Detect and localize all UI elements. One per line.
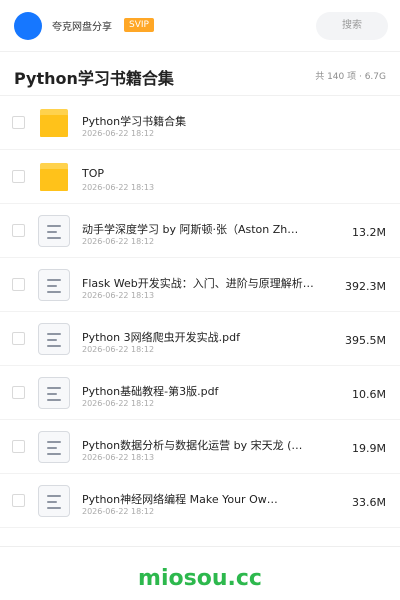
file-size: 392.3M [345, 280, 386, 293]
search-button[interactable]: 搜索 [316, 12, 388, 40]
file-date: 2026-06-22 18:12 [82, 345, 155, 354]
file-date: 2026-06-22 18:13 [82, 291, 155, 300]
row-checkbox[interactable] [12, 494, 25, 507]
file-row[interactable]: Python学习书籍合集 2026-06-22 18:12 [0, 96, 400, 150]
file-name: Python基础教程-第3版.pdf [82, 385, 219, 398]
site-name: 夸克网盘分享 [52, 22, 112, 33]
file-date: 2026-06-22 18:12 [82, 129, 155, 138]
file-date: 2026-06-22 18:12 [82, 399, 155, 408]
file-date: 2026-06-22 18:12 [82, 237, 155, 246]
file-row[interactable]: Python 3网络爬虫开发实战.pdf 2026-06-22 18:12 39… [0, 312, 400, 366]
file-date: 2026-06-22 18:13 [82, 183, 155, 192]
file-row[interactable]: Flask Web开发实战：入门、进阶与原理解析【… 2026-06-22 18… [0, 258, 400, 312]
folder-icon [38, 161, 70, 193]
document-icon [38, 485, 70, 517]
folder-header: Python学习书籍合集 共 140 项 · 6.7G [0, 52, 400, 96]
row-checkbox[interactable] [12, 278, 25, 291]
file-size: 19.9M [352, 442, 386, 455]
file-size: 395.5M [345, 334, 386, 347]
file-size: 10.6M [352, 388, 386, 401]
file-name: Flask Web开发实战：入门、进阶与原理解析【… [82, 277, 322, 290]
file-size: 33.6M [352, 496, 386, 509]
file-name: Python数据分析与数据化运营 by 宋天龙 (… [82, 439, 303, 452]
file-row[interactable]: Python基础教程-第3版.pdf 2026-06-22 18:12 10.6… [0, 366, 400, 420]
file-name: TOP [82, 167, 105, 180]
file-date: 2026-06-22 18:12 [82, 507, 155, 516]
folder-meta: 共 140 项 · 6.7G [315, 72, 386, 82]
document-icon [38, 431, 70, 463]
file-list: Python学习书籍合集 2026-06-22 18:12 TOP 2026-0… [0, 96, 400, 528]
svip-badge: SVIP [124, 18, 154, 32]
file-name: Python学习书籍合集 [82, 115, 187, 128]
file-date: 2026-06-22 18:13 [82, 453, 155, 462]
brand-watermark: miosou.cc [138, 566, 262, 591]
folder-icon [38, 107, 70, 139]
file-row[interactable]: TOP 2026-06-22 18:13 [0, 150, 400, 204]
row-checkbox[interactable] [12, 116, 25, 129]
top-bar: 夸克网盘分享 SVIP 搜索 [0, 0, 400, 52]
file-row[interactable]: 动手学深度学习 by 阿斯顿·张（Aston Zh… 2026-06-22 18… [0, 204, 400, 258]
file-name: 动手学深度学习 by 阿斯顿·张（Aston Zh… [82, 223, 299, 236]
file-size: 13.2M [352, 226, 386, 239]
row-checkbox[interactable] [12, 224, 25, 237]
row-checkbox[interactable] [12, 386, 25, 399]
footer: miosou.cc [0, 546, 400, 600]
document-icon [38, 377, 70, 409]
avatar[interactable] [14, 12, 42, 40]
row-checkbox[interactable] [12, 170, 25, 183]
file-row[interactable]: Python神经网络编程 Make Your Ow… 2026-06-22 18… [0, 474, 400, 528]
document-icon [38, 215, 70, 247]
file-row[interactable]: Python数据分析与数据化运营 by 宋天龙 (… 2026-06-22 18… [0, 420, 400, 474]
file-name: Python 3网络爬虫开发实战.pdf [82, 331, 240, 344]
page-title: Python学习书籍合集 [14, 69, 174, 88]
file-name: Python神经网络编程 Make Your Ow… [82, 493, 278, 506]
document-icon [38, 323, 70, 355]
row-checkbox[interactable] [12, 332, 25, 345]
row-checkbox[interactable] [12, 440, 25, 453]
document-icon [38, 269, 70, 301]
